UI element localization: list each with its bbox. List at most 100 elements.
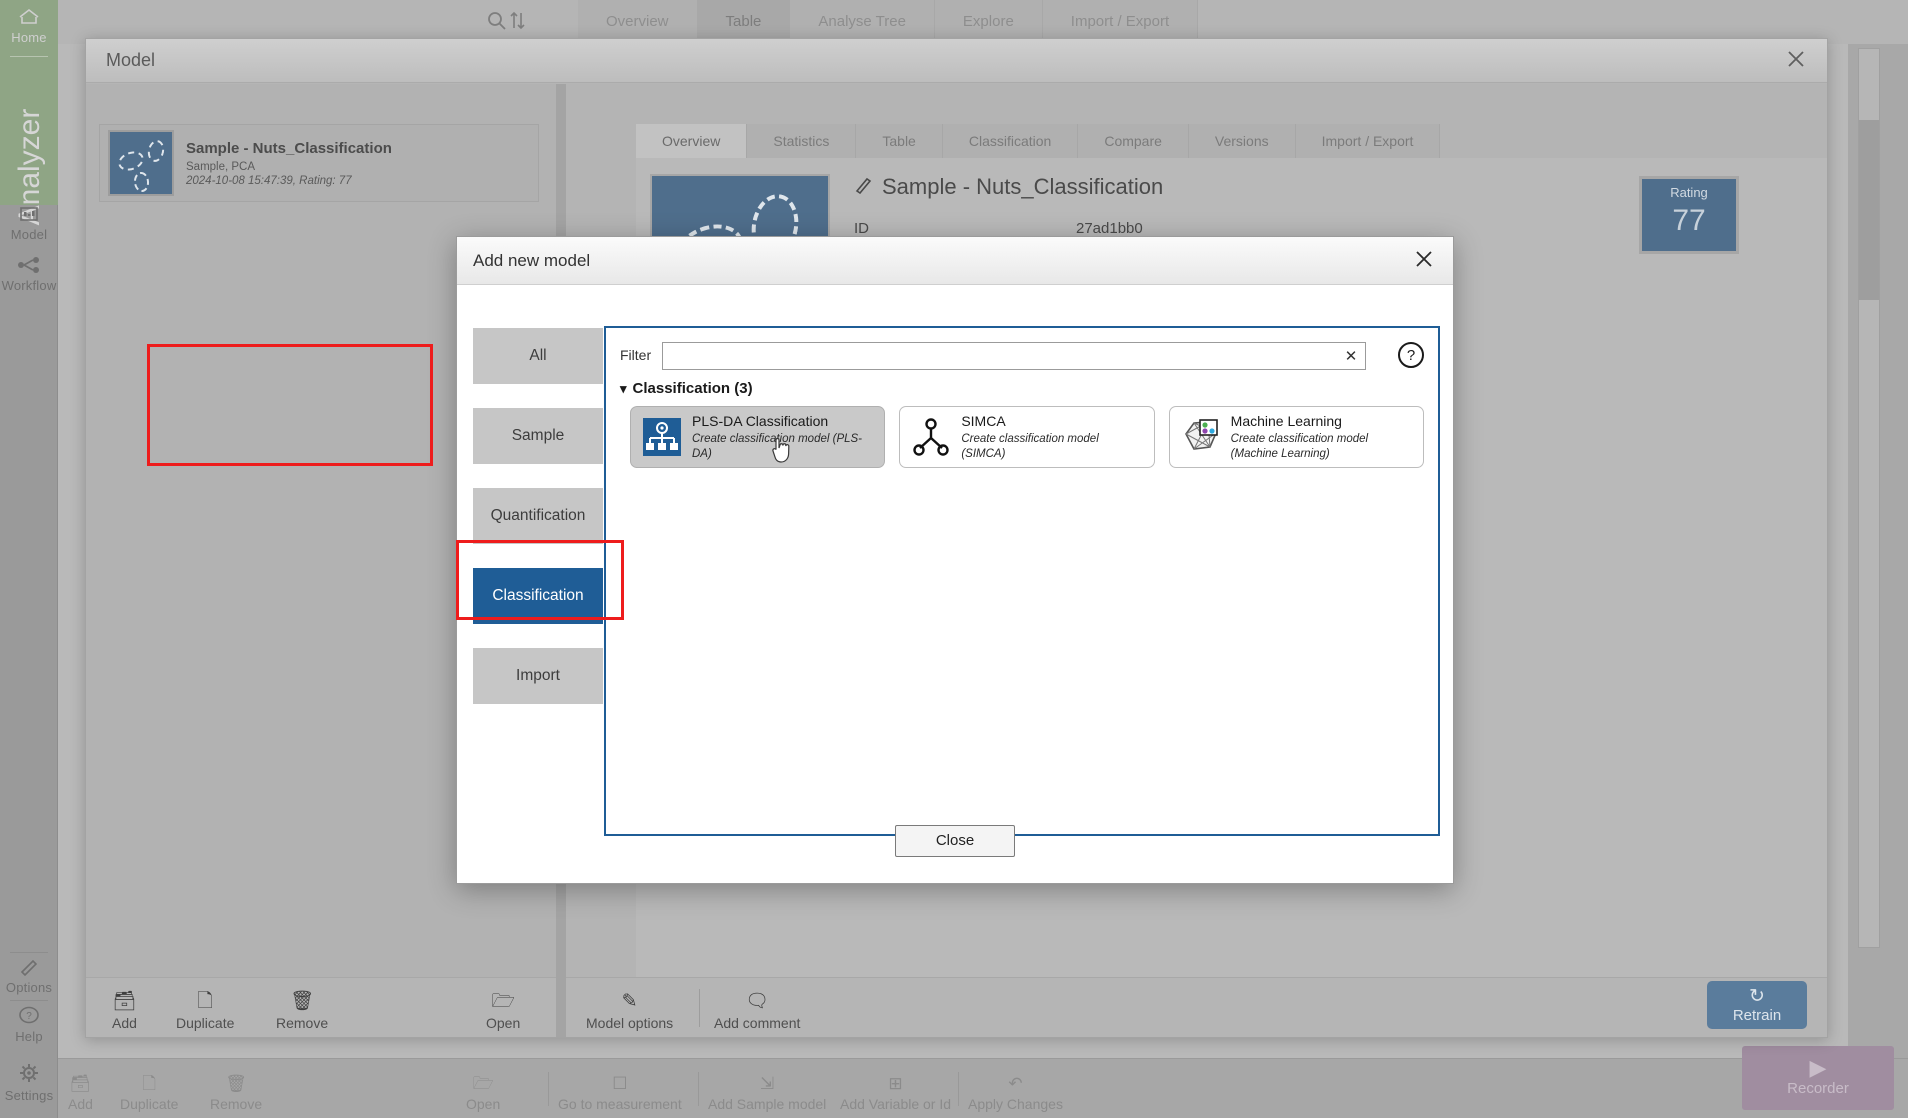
model-window-close-button[interactable] [1781,47,1811,75]
add-comment-button[interactable]: 🗨 Add comment [714,991,800,1031]
plsda-tree-icon [641,416,683,458]
bottom-toolbar-splitter [556,977,566,1037]
tab-classification[interactable]: Classification [943,124,1078,158]
app-add-label: Add [68,1096,93,1112]
app-add-button[interactable]: 🗃 Add [68,1075,93,1112]
app-add-variable-button[interactable]: ⊞ Add Variable or Id [840,1075,951,1112]
rail-item-home[interactable]: Home [0,6,58,45]
model-card-list: PLS-DA Classification Create classificat… [630,406,1424,468]
dialog-body: All Sample Quantification Classification… [457,286,1453,883]
sidebar-item-settings-label: Settings [0,1088,58,1103]
toolbar-divider-2 [698,1072,699,1106]
add-folder-icon: 🗃 [68,1075,93,1093]
model-card-title: PLS-DA Classification [692,413,874,429]
app-open-button[interactable]: 🗁 Open [466,1075,500,1112]
model-card-simca[interactable]: SIMCA Create classification model (SIMCA… [899,406,1154,468]
group-header-label: Classification (3) [633,380,753,397]
category-list: All Sample Quantification Classification… [473,328,603,728]
model-window-bottom-toolbar: 🗃 Add 🗋 Duplicate 🗑 Remove 🗁 Open ✎ Mode… [86,977,1827,1037]
model-options-button[interactable]: ✎ Model options [586,991,673,1031]
duplicate-icon: 🗋 [176,991,234,1013]
open-button-label: Open [486,1015,520,1031]
pencil-icon[interactable] [854,176,872,200]
rail-app-name: Analyzer [0,120,58,180]
close-button[interactable]: Close [895,825,1015,857]
rating-label: Rating [1642,185,1736,200]
dialog-title: Add new model [473,251,590,271]
retrain-button[interactable]: ↻ Retrain [1707,981,1807,1029]
list-item-created-rating: 2024-10-08 15:47:39, Rating: 77 [186,175,392,187]
category-all[interactable]: All [473,328,603,384]
category-sample[interactable]: Sample [473,408,603,464]
model-chooser-panel: Filter ✕ ? ▾Classification (3) [604,326,1440,836]
clear-icon[interactable]: ✕ [1337,347,1365,365]
list-item[interactable]: Sample - Nuts_Classification Sample, PCA… [99,124,539,202]
model-card-machine-learning[interactable]: Machine Learning Create classification m… [1169,406,1424,468]
field-label-id: ID [854,220,869,237]
model-window-title: Model [106,50,155,71]
filter-field[interactable]: ✕ [662,342,1366,370]
dialog-header: Add new model [457,237,1453,285]
app-remove-button[interactable]: 🗑 Remove [210,1075,262,1112]
model-window-header: Model [86,39,1827,83]
recorder-button[interactable]: ▶ Recorder [1742,1046,1894,1110]
close-icon [1787,50,1805,68]
add-folder-icon: 🗃 [112,991,137,1013]
goto-icon: ☐ [558,1075,682,1093]
tab-overview[interactable]: Overview [636,124,747,158]
bottom-divider [699,989,700,1027]
app-goto-measurement-button[interactable]: ☐ Go to measurement [558,1075,682,1112]
add-button-label: Add [112,1015,137,1031]
workflow-icon [15,256,43,274]
sidebar-item-workflow-label: Workflow [0,278,58,293]
sidebar-item-workflow[interactable]: Workflow [0,256,58,293]
nuts-thumbnail [108,130,174,196]
model-card-description: Create classification model (SIMCA) [961,432,1143,461]
category-import[interactable]: Import [473,648,603,704]
model-card-machine-learning-text: Machine Learning Create classification m… [1231,413,1413,461]
open-button[interactable]: 🗁 Open [486,991,520,1031]
filter-label: Filter [620,347,651,363]
sidebar-item-options[interactable]: Options [0,958,58,995]
tab-statistics[interactable]: Statistics [747,124,856,158]
rating-badge: Rating 77 [1639,176,1739,254]
list-item-meta: Sample - Nuts_Classification Sample, PCA… [186,140,392,187]
model-card-simca-text: SIMCA Create classification model (SIMCA… [961,413,1143,461]
retrain-button-label: Retrain [1733,1007,1781,1024]
sidebar-item-help-label: Help [0,1029,58,1044]
refresh-icon: ↻ [1707,986,1807,1007]
search-input[interactable] [663,343,1337,369]
tab-compare[interactable]: Compare [1078,124,1189,158]
tab-import-export[interactable]: Import / Export [1296,124,1441,158]
category-quantification[interactable]: Quantification [473,488,603,544]
pencil-icon [17,958,41,976]
mouse-cursor [770,436,794,466]
app-apply-changes-button[interactable]: ↶ Apply Changes [968,1075,1063,1112]
field-value-id: 27ad1bb0 [1076,220,1143,237]
app-add-sample-model-button[interactable]: ⇲ Add Sample model [708,1075,826,1112]
question-mark-icon[interactable]: ? [1398,342,1424,368]
sidebar-item-model[interactable]: Model [0,205,58,242]
sort-icon[interactable] [511,13,524,28]
add-button[interactable]: 🗃 Add [112,991,137,1031]
video-camera-icon: ▶ [1742,1056,1894,1080]
model-card-pls-da[interactable]: PLS-DA Classification Create classificat… [630,406,885,468]
search-icon[interactable] [489,13,505,29]
svg-text:?: ? [26,1011,32,1022]
duplicate-button[interactable]: 🗋 Duplicate [176,991,234,1031]
sidebar-item-help[interactable]: ? Help [0,1005,58,1044]
category-classification[interactable]: Classification [473,568,603,624]
add-new-model-dialog: Add new model All Sample Quantification … [456,236,1454,884]
sidebar-item-settings[interactable]: Settings [0,1062,58,1103]
page-title: Sample - Nuts_Classification [882,174,1163,200]
remove-button[interactable]: 🗑 Remove [276,991,328,1031]
trash-icon: 🗑 [276,991,328,1013]
model-icon [16,205,42,223]
trash-icon: 🗑 [210,1075,262,1093]
dialog-close-button[interactable] [1409,247,1439,275]
group-header-classification[interactable]: ▾Classification (3) [620,380,753,397]
tab-versions[interactable]: Versions [1189,124,1296,158]
tab-table[interactable]: Table [856,124,942,158]
vertical-scrollbar-thumb[interactable] [1859,120,1879,300]
app-duplicate-button[interactable]: 🗋 Duplicate [120,1075,178,1112]
